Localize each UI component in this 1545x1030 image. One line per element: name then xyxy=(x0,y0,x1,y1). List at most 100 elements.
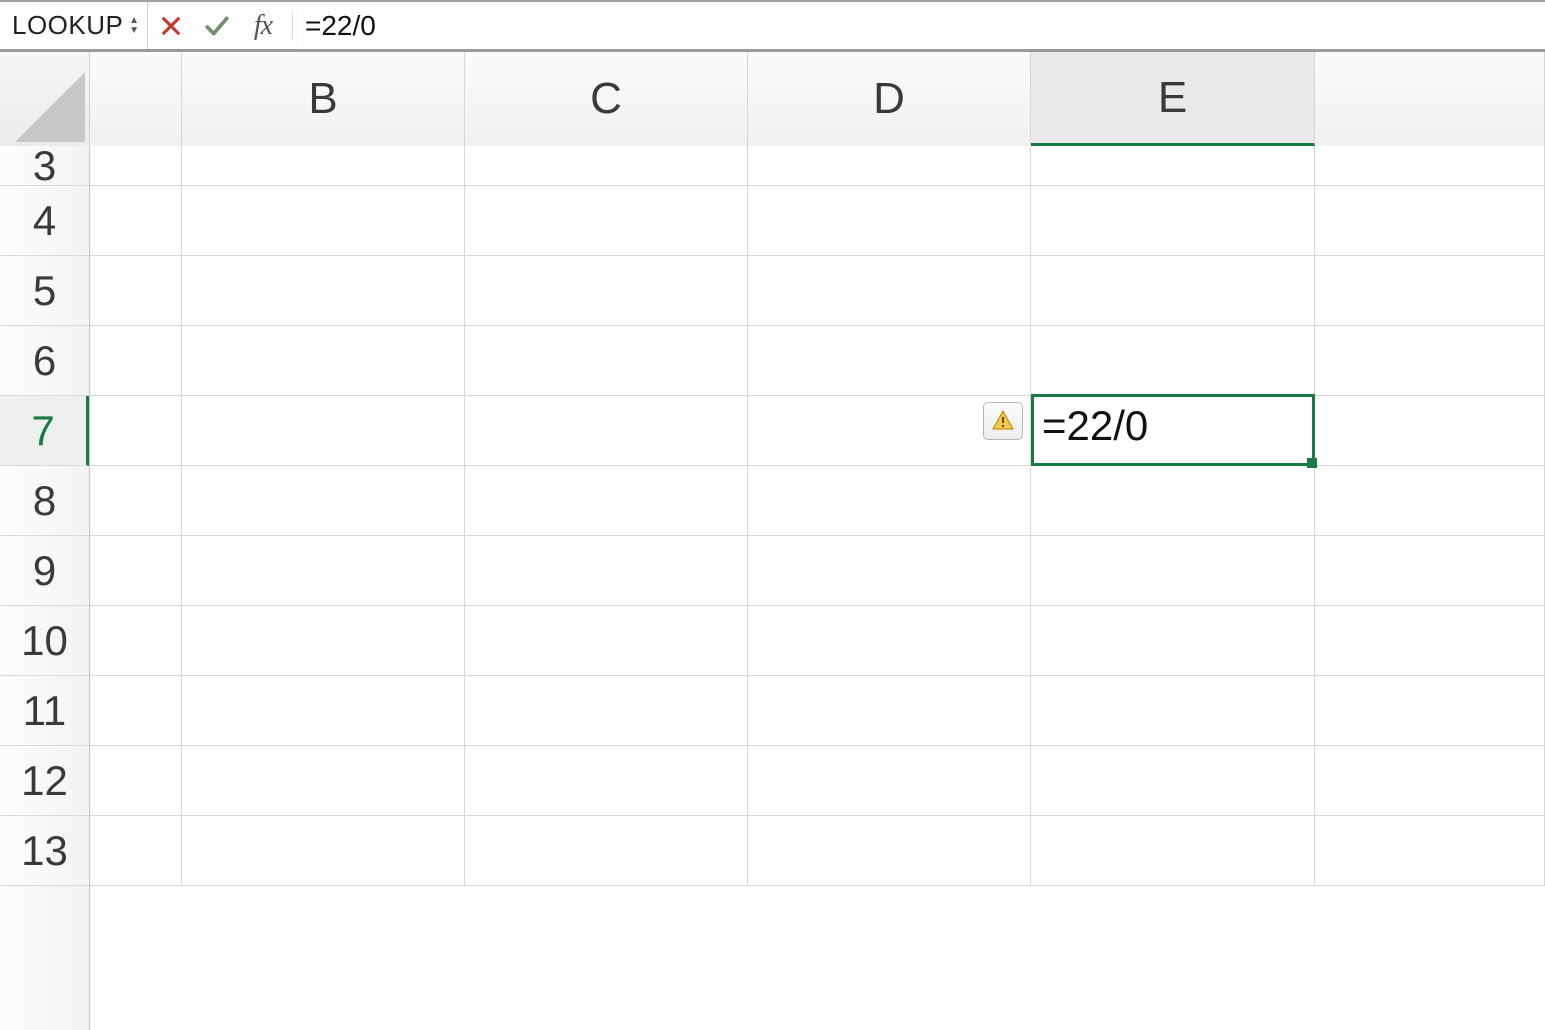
row-header-4[interactable]: 4 xyxy=(0,186,89,256)
cell-F10[interactable] xyxy=(1315,606,1545,676)
column-header-D[interactable]: D xyxy=(748,52,1031,146)
cell-C10[interactable] xyxy=(465,606,748,676)
cell-C5[interactable] xyxy=(465,256,748,326)
cell-C4[interactable] xyxy=(465,186,748,256)
cell-A9[interactable] xyxy=(90,536,182,606)
fill-handle[interactable] xyxy=(1307,458,1317,468)
cell-B10[interactable] xyxy=(182,606,465,676)
row-header-12[interactable]: 12 xyxy=(0,746,89,816)
cell-E10[interactable] xyxy=(1031,606,1315,676)
cell-B4[interactable] xyxy=(182,186,465,256)
row-header-9[interactable]: 9 xyxy=(0,536,89,606)
cell-D12[interactable] xyxy=(748,746,1031,816)
cell-B12[interactable] xyxy=(182,746,465,816)
cell-B7[interactable] xyxy=(182,396,465,466)
row-header-13[interactable]: 13 xyxy=(0,816,89,886)
cell-F6[interactable] xyxy=(1315,326,1545,396)
cell-A4[interactable] xyxy=(90,186,182,256)
formula-bar: LOOKUP ▲▼ fx =22/0 xyxy=(0,0,1545,52)
cell-F12[interactable] xyxy=(1315,746,1545,816)
row-header-3[interactable]: 3 xyxy=(0,146,89,186)
cell-E12[interactable] xyxy=(1031,746,1315,816)
cell-C11[interactable] xyxy=(465,676,748,746)
cell-E5[interactable] xyxy=(1031,256,1315,326)
grid-row-7 xyxy=(90,396,1545,466)
cell-D8[interactable] xyxy=(748,466,1031,536)
cell-F9[interactable] xyxy=(1315,536,1545,606)
cell-E13[interactable] xyxy=(1031,816,1315,886)
error-warning-icon xyxy=(990,409,1016,433)
cell-F5[interactable] xyxy=(1315,256,1545,326)
cell-D9[interactable] xyxy=(748,536,1031,606)
name-box[interactable]: LOOKUP ▲▼ xyxy=(0,2,148,49)
cell-B9[interactable] xyxy=(182,536,465,606)
cell-A3[interactable] xyxy=(90,146,182,186)
separator xyxy=(292,12,293,39)
row-header-6[interactable]: 6 xyxy=(0,326,89,396)
row-header-7[interactable]: 7 xyxy=(0,396,89,466)
row-header-10[interactable]: 10 xyxy=(0,606,89,676)
cell-A13[interactable] xyxy=(90,816,182,886)
row-header-11[interactable]: 11 xyxy=(0,676,89,746)
cell-D5[interactable] xyxy=(748,256,1031,326)
cell-E9[interactable] xyxy=(1031,536,1315,606)
cell-F7[interactable] xyxy=(1315,396,1545,466)
cell-A11[interactable] xyxy=(90,676,182,746)
cell-C6[interactable] xyxy=(465,326,748,396)
cell-F3[interactable] xyxy=(1315,146,1545,186)
cell-C9[interactable] xyxy=(465,536,748,606)
cell-A10[interactable] xyxy=(90,606,182,676)
grid-row-12 xyxy=(90,746,1545,816)
column-header-E[interactable]: E xyxy=(1031,52,1315,146)
column-header-C[interactable]: C xyxy=(465,52,748,146)
cell-E4[interactable] xyxy=(1031,186,1315,256)
cell-F11[interactable] xyxy=(1315,676,1545,746)
cell-E11[interactable] xyxy=(1031,676,1315,746)
column-header-A[interactable] xyxy=(90,52,182,146)
active-cell-E7[interactable]: =22/0 xyxy=(1031,394,1315,466)
grid-row-10 xyxy=(90,606,1545,676)
cell-F8[interactable] xyxy=(1315,466,1545,536)
cell-D6[interactable] xyxy=(748,326,1031,396)
cell-D11[interactable] xyxy=(748,676,1031,746)
cell-A8[interactable] xyxy=(90,466,182,536)
cell-C7[interactable] xyxy=(465,396,748,466)
column-header-B[interactable]: B xyxy=(182,52,465,146)
cell-F4[interactable] xyxy=(1315,186,1545,256)
grid-row-6 xyxy=(90,326,1545,396)
cell-A7[interactable] xyxy=(90,396,182,466)
cell-E3[interactable] xyxy=(1031,146,1315,186)
cell-D13[interactable] xyxy=(748,816,1031,886)
cell-B3[interactable] xyxy=(182,146,465,186)
row-header-5[interactable]: 5 xyxy=(0,256,89,326)
cell-E8[interactable] xyxy=(1031,466,1315,536)
insert-function-button[interactable]: fx xyxy=(240,2,286,49)
cell-B11[interactable] xyxy=(182,676,465,746)
cell-C3[interactable] xyxy=(465,146,748,186)
cell-C8[interactable] xyxy=(465,466,748,536)
cell-D3[interactable] xyxy=(748,146,1031,186)
cell-F13[interactable] xyxy=(1315,816,1545,886)
confirm-button[interactable] xyxy=(194,2,240,49)
cell-E6[interactable] xyxy=(1031,326,1315,396)
cancel-button[interactable] xyxy=(148,2,194,49)
spreadsheet-grid: B C D E 3 4 5 6 7 8 9 10 11 12 13 xyxy=(0,52,1545,1030)
cell-A6[interactable] xyxy=(90,326,182,396)
stepper-icon[interactable]: ▲▼ xyxy=(129,17,139,35)
cell-B13[interactable] xyxy=(182,816,465,886)
cell-D4[interactable] xyxy=(748,186,1031,256)
cell-B8[interactable] xyxy=(182,466,465,536)
error-smart-tag[interactable] xyxy=(983,402,1023,440)
cell-D10[interactable] xyxy=(748,606,1031,676)
formula-input[interactable]: =22/0 xyxy=(299,2,1545,49)
cell-C12[interactable] xyxy=(465,746,748,816)
cell-B5[interactable] xyxy=(182,256,465,326)
row-header-8[interactable]: 8 xyxy=(0,466,89,536)
column-header-row: B C D E xyxy=(0,52,1545,146)
cell-A12[interactable] xyxy=(90,746,182,816)
cell-C13[interactable] xyxy=(465,816,748,886)
select-all-corner[interactable] xyxy=(0,52,90,146)
column-header-F[interactable] xyxy=(1315,52,1545,146)
cell-B6[interactable] xyxy=(182,326,465,396)
cell-A5[interactable] xyxy=(90,256,182,326)
